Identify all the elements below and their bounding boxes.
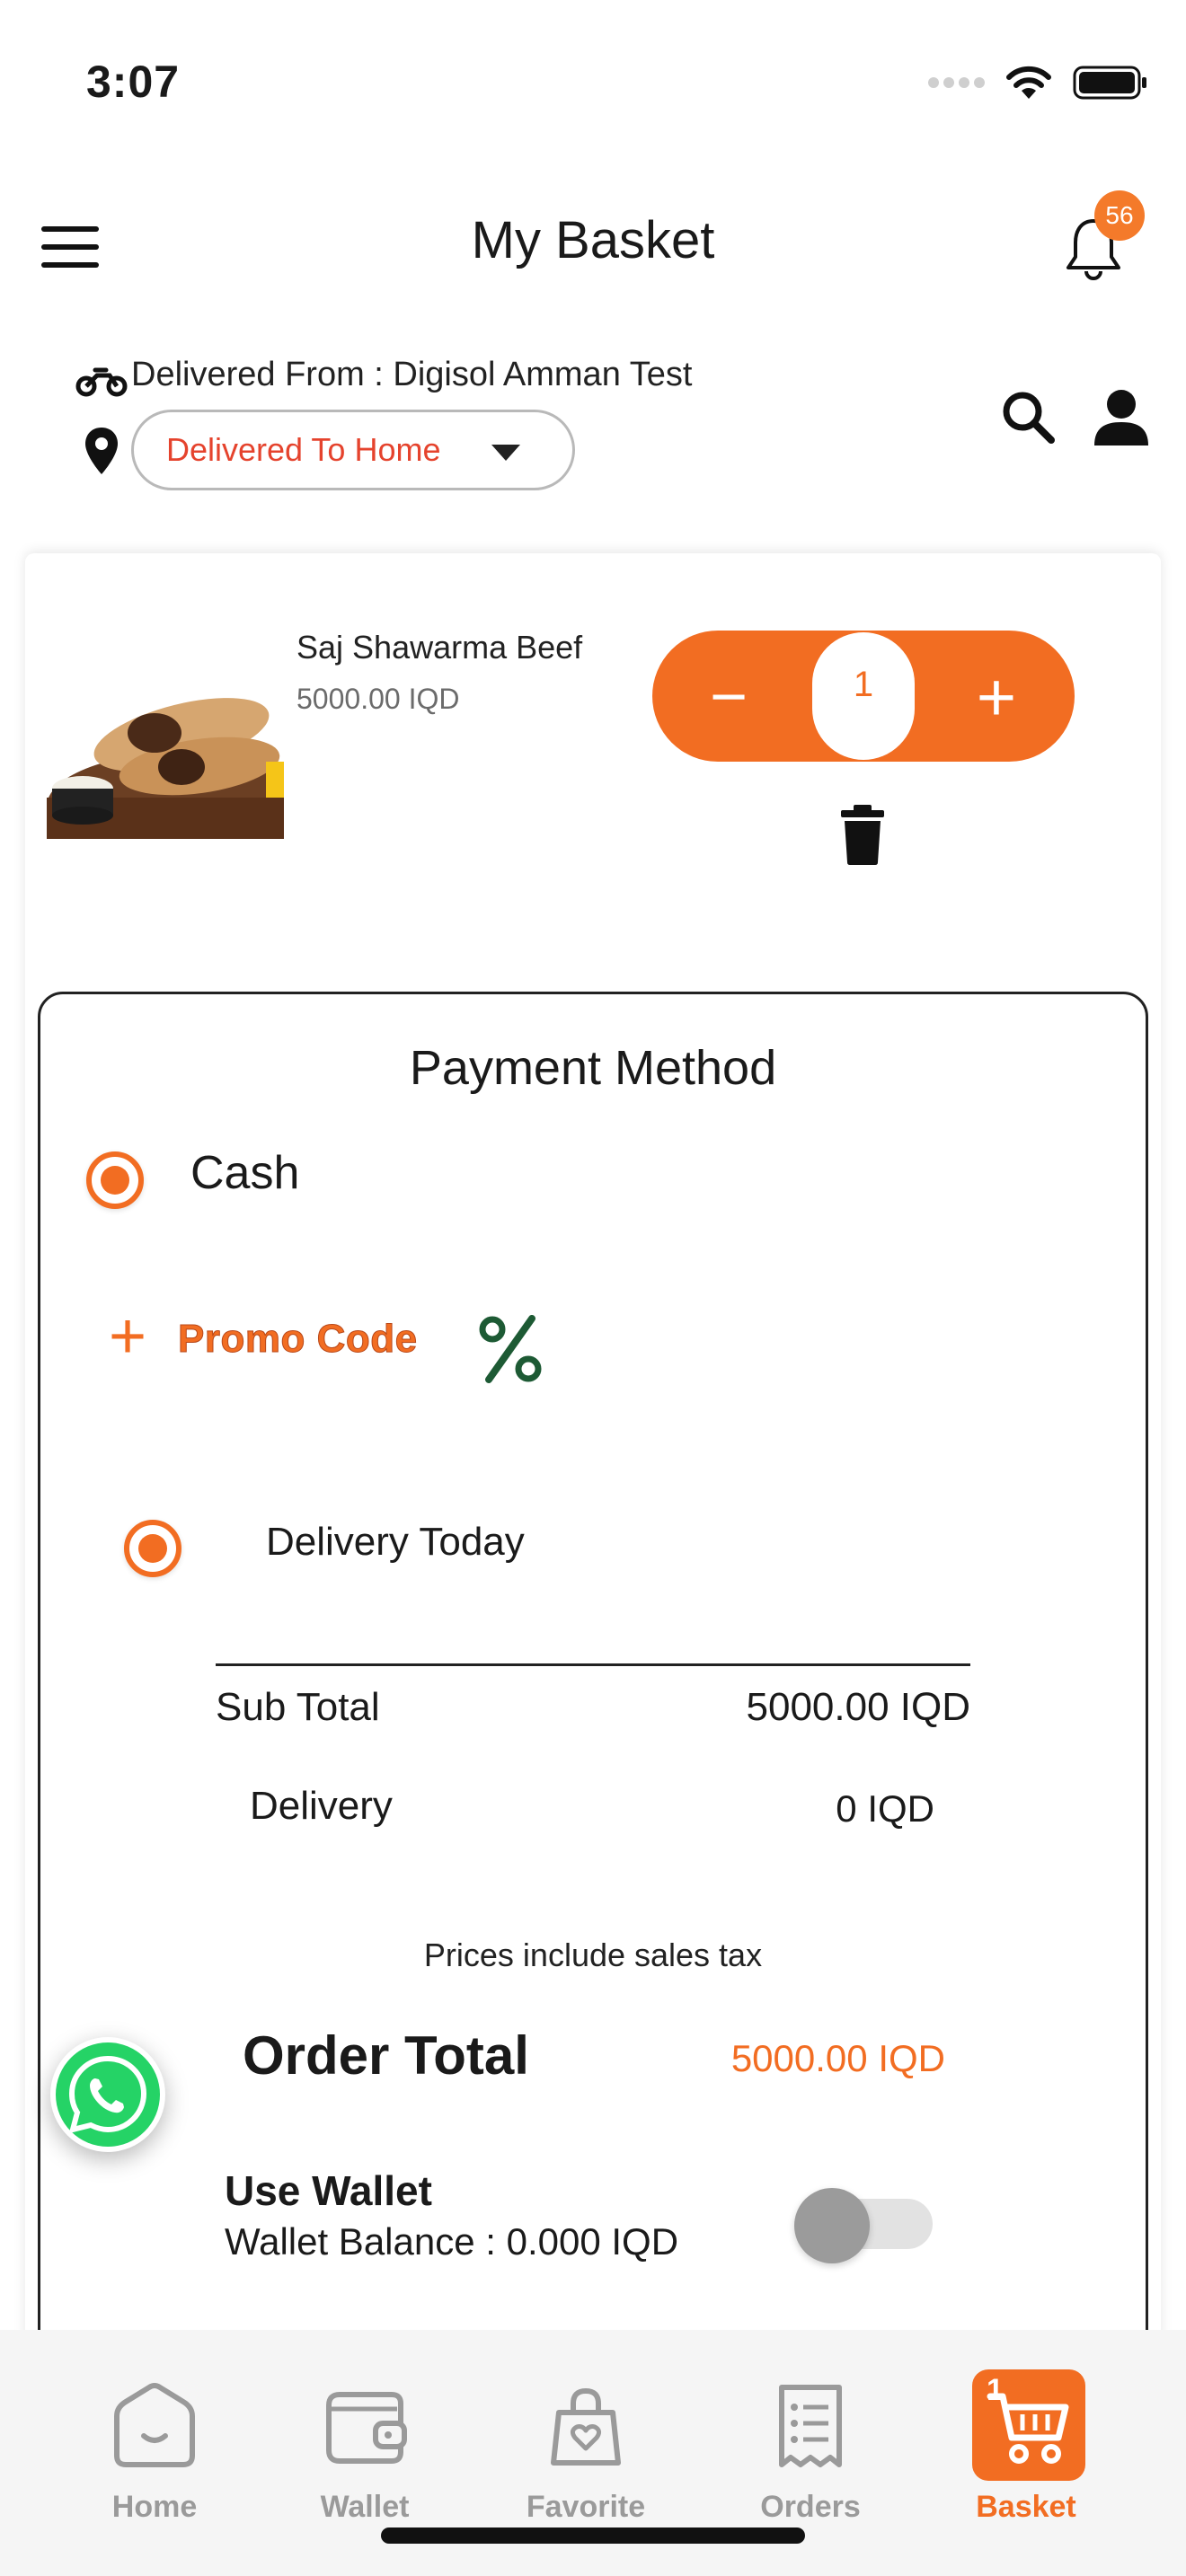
notification-badge: 56: [1094, 190, 1145, 241]
tab-wallet[interactable]: Wallet: [284, 2380, 446, 2533]
payment-method-title: Payment Method: [409, 1041, 777, 1095]
home-indicator: [381, 2527, 805, 2544]
tab-favorite[interactable]: Favorite: [505, 2380, 667, 2533]
wallet-icon: [326, 2392, 407, 2464]
toggle-knob[interactable]: [794, 2188, 870, 2263]
order-total-label: Order Total: [243, 2025, 529, 2086]
tab-basket[interactable]: 1 Basket: [945, 2369, 1107, 2533]
whatsapp-icon: [56, 2042, 160, 2147]
order-total-value: 5000.00 IQD: [730, 2037, 945, 2079]
home-icon: [114, 2383, 195, 2467]
tab-label: Orders: [760, 2490, 861, 2524]
radio-selected-dot: [101, 1166, 129, 1195]
shawarma-photo: [47, 681, 284, 839]
decrease-quantity-button[interactable]: −: [697, 665, 760, 729]
battery-icon: [1073, 66, 1146, 100]
delivery-mode-dropdown[interactable]: Delivered To Home: [131, 410, 575, 490]
delivery-today-radio[interactable]: [124, 1520, 181, 1577]
sub-total-label: Sub Total: [216, 1685, 380, 1729]
delivery-today-label: Delivery Today: [266, 1520, 525, 1564]
search-icon[interactable]: [999, 388, 1057, 446]
trash-icon[interactable]: [839, 805, 886, 866]
item-price: 5000.00 IQD: [296, 683, 460, 715]
page-title: My Basket: [471, 211, 715, 269]
delivery-fee-label: Delivery: [250, 1784, 393, 1828]
delivered-from-text: Delivered From : Digisol Amman Test: [131, 356, 693, 393]
promo-code-button[interactable]: Promo Code: [178, 1317, 418, 1362]
tab-label: Favorite: [526, 2490, 646, 2524]
item-image: [47, 681, 284, 839]
radio-selected-dot: [138, 1534, 167, 1563]
sub-total-value: 5000.00 IQD: [746, 1685, 971, 1729]
add-promo-icon[interactable]: +: [102, 1304, 153, 1369]
location-pin-icon: [85, 428, 118, 474]
tab-home[interactable]: Home: [74, 2380, 235, 2533]
whatsapp-button[interactable]: [50, 2037, 165, 2152]
status-time: 3:07: [86, 57, 181, 107]
status-icons: [927, 65, 1148, 101]
use-wallet-label: Use Wallet: [225, 2167, 432, 2214]
caret-down-icon: [491, 445, 520, 461]
increase-quantity-button[interactable]: +: [963, 664, 1030, 733]
summary-divider: [216, 1663, 970, 1666]
percent-icon: [479, 1315, 542, 1383]
item-name: Saj Shawarma Beef: [296, 629, 583, 666]
cash-label: Cash: [190, 1147, 300, 1199]
delivery-mode-label: Delivered To Home: [166, 431, 441, 468]
basket-count-badge: 1: [987, 2373, 1004, 2407]
tab-orders[interactable]: Orders: [730, 2380, 891, 2533]
tab-label: Home: [111, 2490, 198, 2524]
wallet-balance: Wallet Balance : 0.000 IQD: [225, 2220, 679, 2263]
delivery-fee-value: 0 IQD: [836, 1787, 934, 1830]
cash-radio[interactable]: [86, 1151, 144, 1209]
user-icon[interactable]: [1093, 388, 1150, 447]
wifi-icon: [1006, 66, 1051, 99]
tax-note: Prices include sales tax: [423, 1936, 763, 1973]
signal-icon: [928, 77, 985, 88]
quantity-value: 1: [853, 665, 874, 704]
tab-label: Wallet: [320, 2490, 410, 2524]
motorcycle-icon: [75, 367, 128, 397]
tab-label: Basket: [976, 2490, 1076, 2524]
orders-receipt-icon: [779, 2385, 842, 2467]
favorite-bag-icon: [551, 2387, 621, 2466]
